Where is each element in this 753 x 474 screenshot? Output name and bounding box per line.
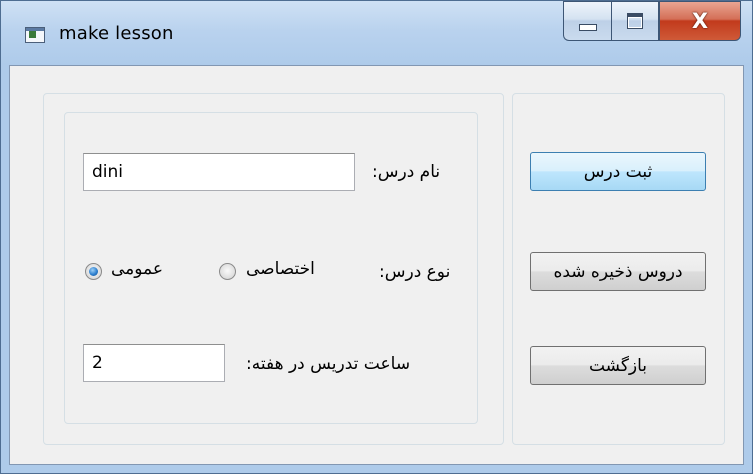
lesson-type-label: نوع درس: xyxy=(379,262,451,282)
minimize-button[interactable] xyxy=(563,1,611,41)
weekly-hours-label: ساعت تدریس در هفته: xyxy=(246,354,411,374)
weekly-hours-input[interactable]: 2 xyxy=(83,344,225,382)
type-specialized-label: اختصاصی xyxy=(246,259,315,279)
save-lesson-button[interactable]: ثبت درس xyxy=(530,152,706,191)
window-title: make lesson xyxy=(59,23,174,44)
close-button[interactable]: X xyxy=(659,1,741,41)
maximize-icon xyxy=(627,13,643,29)
lesson-name-value: dini xyxy=(92,162,124,182)
lesson-name-input[interactable]: dini xyxy=(83,153,355,191)
saved-lessons-button[interactable]: دروس ذخیره شده xyxy=(530,252,706,291)
window-controls: X xyxy=(563,1,741,45)
back-button[interactable]: بازگشت xyxy=(530,346,706,385)
minimize-icon xyxy=(578,23,597,31)
close-icon: X xyxy=(691,9,709,33)
lesson-name-label: نام درس: xyxy=(372,162,441,182)
type-general-label: عمومی xyxy=(111,259,164,279)
app-icon-inner xyxy=(29,31,36,38)
client-area: dini نام درس: عمومی اختصاصی نوع درس: 2 س… xyxy=(9,65,744,465)
title-bar[interactable]: make lesson X xyxy=(1,1,752,65)
app-icon[interactable] xyxy=(25,27,45,43)
app-window: make lesson X dini نام درس: عمومی اختصاص… xyxy=(0,0,753,474)
maximize-button[interactable] xyxy=(611,1,659,41)
type-general-radio[interactable] xyxy=(85,263,102,280)
type-specialized-radio[interactable] xyxy=(219,263,236,280)
weekly-hours-value: 2 xyxy=(92,353,103,373)
